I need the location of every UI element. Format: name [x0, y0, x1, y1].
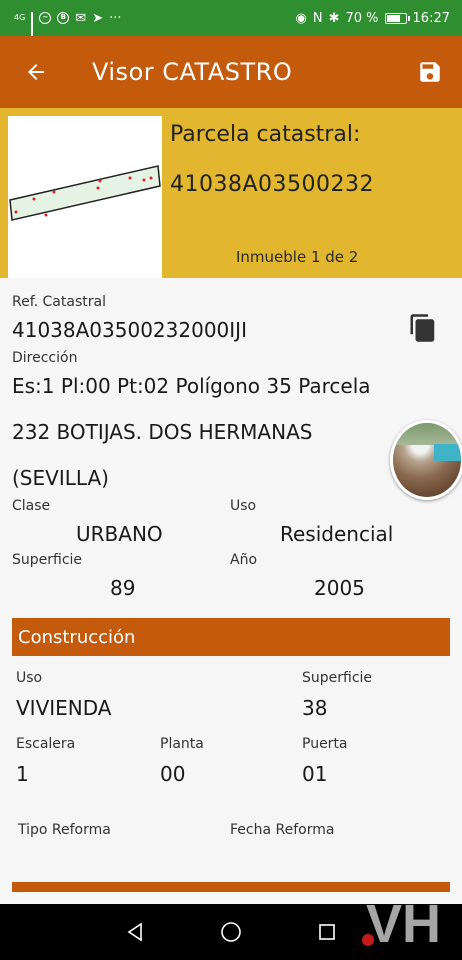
back-button[interactable]: [0, 36, 72, 108]
anio-label: Año: [230, 552, 258, 568]
uso-value: Residencial: [280, 522, 394, 546]
escalera-value: 1: [16, 762, 29, 786]
superficie-label: Superficie: [12, 552, 83, 568]
save-button[interactable]: [398, 36, 462, 108]
nav-home-button[interactable]: [219, 920, 243, 944]
arrow-left-icon: [28, 64, 44, 80]
construccion-superficie-label: Superficie: [302, 670, 373, 686]
escalera-label: Escalera: [16, 736, 76, 752]
construccion-uso-value: VIVIENDA: [16, 696, 112, 720]
messenger-icon: ~: [39, 12, 52, 24]
square-recents-icon: [319, 924, 335, 940]
app-bar: Visor CATASTRO: [0, 36, 462, 108]
network-type: 4G: [14, 13, 26, 22]
ref-catastral-label: Ref. Catastral: [12, 294, 106, 310]
battery-percent: 70 %: [345, 10, 379, 26]
mail-icon: ✉: [75, 10, 87, 26]
clase-label: Clase: [12, 498, 51, 514]
copy-icon: [410, 314, 435, 342]
circle-home-icon: [221, 922, 241, 942]
construccion-superficie-value: 38: [302, 696, 328, 720]
parcel-title: Parcela catastral:: [170, 122, 361, 147]
nav-recents-button[interactable]: [315, 920, 339, 944]
more-notifications-icon: ···: [109, 10, 122, 26]
puerta-value: 01: [302, 762, 328, 786]
puerta-label: Puerta: [302, 736, 348, 752]
direccion-line-1: Es:1 Pl:00 Pt:02 Polígono 35 Parcela: [12, 374, 371, 398]
status-right: ◉ N ✱ 70 % 16:27: [296, 11, 450, 26]
clase-value: URBANO: [76, 522, 163, 546]
direccion-line-2: 232 BOTIJAS. DOS HERMANAS: [12, 420, 313, 444]
construccion-title: Construcción: [18, 626, 136, 648]
next-section-header: [12, 882, 450, 892]
parcel-header: Parcela catastral: 41038A03500232 Inmueb…: [0, 108, 462, 278]
direccion-label: Dirección: [12, 350, 78, 366]
save-icon: [420, 62, 440, 82]
telegram-icon: ➤: [92, 10, 104, 26]
construccion-uso-label: Uso: [16, 670, 43, 686]
anio-value: 2005: [314, 576, 365, 600]
direccion-line-3: (SEVILLA): [12, 466, 109, 490]
eye-icon: ◉: [295, 10, 307, 26]
bluetooth-icon: ✱: [328, 10, 340, 26]
nav-back-button[interactable]: [123, 920, 147, 944]
property-photo[interactable]: [390, 420, 462, 500]
copy-button[interactable]: [408, 312, 438, 344]
battery-icon: [384, 12, 410, 24]
ref-catastral-value: 41038A03500232000IJI: [12, 318, 247, 342]
tipo-reforma-label: Tipo Reforma: [18, 822, 111, 838]
status-bar: 4G ~ B ✉ ➤ ··· ◉ N ✱ 70 % 16:27: [0, 0, 462, 42]
signal-icon: [31, 12, 34, 42]
superficie-value: 89: [110, 576, 136, 600]
planta-label: Planta: [160, 736, 204, 752]
inmueble-counter: Inmueble 1 de 2: [236, 248, 359, 266]
fecha-reforma-label: Fecha Reforma: [230, 822, 335, 838]
clock: 16:27: [412, 10, 450, 26]
parcel-code: 41038A03500232: [170, 172, 375, 197]
planta-value: 00: [160, 762, 186, 786]
uso-label: Uso: [230, 498, 257, 514]
status-left: 4G ~ B ✉ ➤ ···: [14, 10, 122, 42]
parcel-shape: [9, 165, 161, 221]
app-title: Visor CATASTRO: [92, 58, 293, 86]
b-app-icon: B: [57, 12, 70, 24]
construccion-section-header: Construcción: [12, 618, 450, 656]
property-details: Ref. Catastral 41038A03500232000IJI Dire…: [0, 278, 462, 904]
nfc-icon: N: [312, 10, 323, 26]
triangle-back-icon: [127, 922, 142, 942]
system-nav-bar: [0, 904, 462, 960]
parcel-map-thumbnail[interactable]: [8, 116, 162, 278]
